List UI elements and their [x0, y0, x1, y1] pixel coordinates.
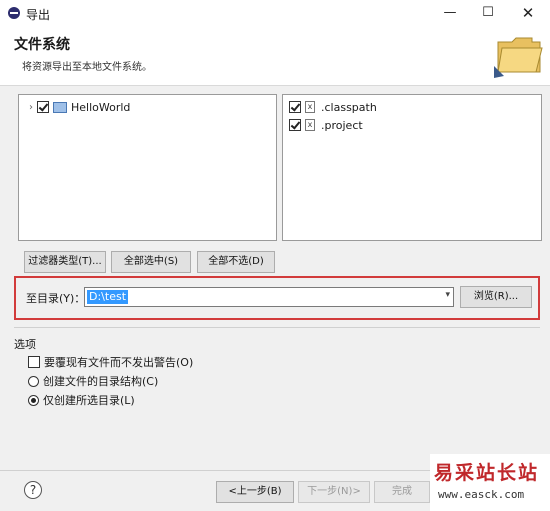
file-list[interactable]: x .classpath x .project [282, 94, 542, 241]
radio-button[interactable] [28, 375, 39, 387]
folder-icon [494, 37, 543, 78]
option-label: 仅创建所选目录(L) [43, 394, 135, 407]
project-tree[interactable]: › HelloWorld [18, 94, 277, 241]
checkbox[interactable] [37, 101, 49, 113]
chevron-right-icon[interactable]: › [25, 102, 37, 113]
overwrite-option[interactable]: 要覆现有文件而不发出警告(O) [28, 355, 193, 369]
page-description: 将资源导出至本地文件系统。 [22, 62, 152, 73]
window-title: 导出 [26, 8, 51, 22]
chevron-down-icon[interactable]: ▾ [445, 290, 450, 300]
list-item-label: .project [321, 118, 363, 132]
back-button[interactable]: <上一步(B) [216, 481, 294, 503]
create-selected-option[interactable]: 仅创建所选目录(L) [28, 393, 135, 407]
options-title: 选项 [14, 338, 36, 351]
tree-item-helloworld[interactable]: › HelloWorld [25, 99, 130, 115]
file-icon: x [305, 101, 315, 113]
finish-button[interactable]: 完成 [374, 481, 430, 503]
destination-section: 至目录(Y)： D:\test ▾ 浏览(R)... [14, 276, 540, 320]
watermark-text: 易采站长站 [434, 462, 540, 484]
create-structure-option[interactable]: 创建文件的目录结构(C) [28, 374, 158, 388]
checkbox[interactable] [289, 101, 301, 113]
list-item[interactable]: x .project [289, 117, 363, 133]
project-folder-icon [53, 101, 67, 113]
watermark: 易采站长站 www.easck.com [430, 454, 550, 511]
list-item[interactable]: x .classpath [289, 99, 377, 115]
destination-value[interactable]: D:\test [87, 290, 129, 304]
destination-combo[interactable]: D:\test ▾ [84, 287, 454, 307]
deselect-all-button[interactable]: 全部不选(D) [197, 251, 275, 273]
eclipse-icon [8, 7, 20, 19]
checkbox[interactable] [289, 119, 301, 131]
option-label: 要覆现有文件而不发出警告(O) [44, 356, 194, 369]
list-item-label: .classpath [321, 100, 377, 114]
wizard-header: 文件系统 将资源导出至本地文件系统。 [0, 26, 550, 86]
tree-item-label: HelloWorld [71, 100, 131, 114]
destination-label: 至目录(Y)： [26, 292, 86, 305]
maximize-button[interactable]: ☐ [468, 0, 508, 26]
minimize-button[interactable]: — [430, 0, 470, 26]
checkbox[interactable] [28, 356, 40, 368]
next-button[interactable]: 下一步(N)> [298, 481, 370, 503]
title-bar: 导出 — ☐ ✕ [0, 0, 550, 26]
option-label: 创建文件的目录结构(C) [43, 375, 159, 388]
browse-button[interactable]: 浏览(R)... [460, 286, 532, 308]
file-icon: x [305, 119, 315, 131]
select-all-button[interactable]: 全部选中(S) [111, 251, 191, 273]
watermark-url: www.easck.com [438, 488, 525, 501]
filter-types-button[interactable]: 过滤器类型(T)... [24, 251, 106, 273]
radio-button[interactable] [28, 394, 39, 406]
close-button[interactable]: ✕ [508, 0, 548, 26]
help-icon[interactable]: ? [24, 481, 42, 499]
page-title: 文件系统 [14, 37, 70, 53]
